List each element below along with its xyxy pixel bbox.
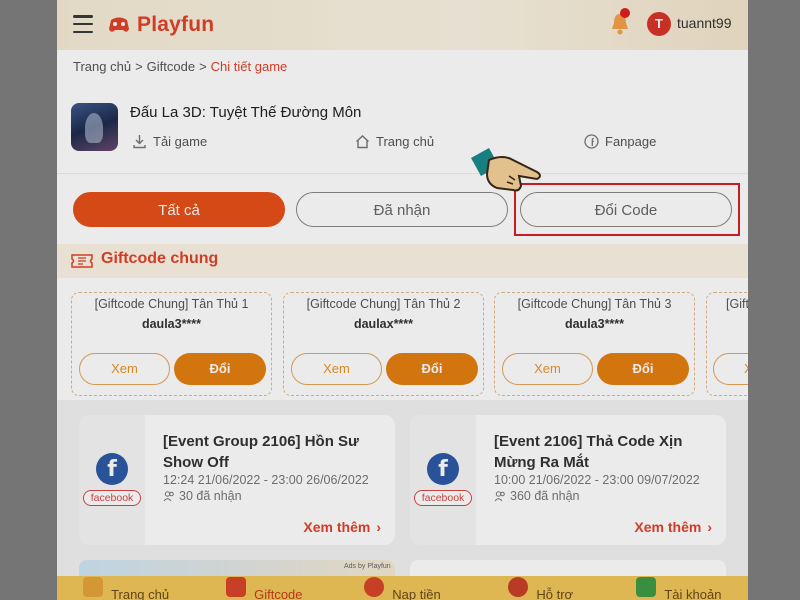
see-more-link[interactable]: Xem thêm ›: [634, 519, 712, 535]
giftcode-card: [Giftcode Chung] Tân Thủ 1 daula3**** Xe…: [71, 292, 272, 396]
chevron-right-icon: ›: [707, 519, 712, 535]
giftcode-name: [Giftcode Chung] Tân Thủ 3: [517, 297, 672, 311]
giftcode-value: daula3****: [564, 317, 625, 331]
event-claimed-count: 360 đã nhận: [494, 489, 580, 503]
coin-nav-icon: [364, 577, 385, 597]
game-thumbnail: [71, 103, 118, 151]
support-nav-icon: [508, 577, 529, 597]
game-home-link[interactable]: Trang chủ: [355, 134, 434, 149]
breadcrumb-current: Chi tiết game: [210, 59, 288, 74]
download-game-link[interactable]: Tải game: [132, 134, 207, 149]
giftcode-card: [Giftcode Chung] Tân Thủ 2 daulax**** Xe…: [283, 292, 484, 396]
view-button[interactable]: Xem: [502, 353, 593, 385]
nav-giftcode[interactable]: Giftcode: [195, 576, 333, 600]
nav-topup[interactable]: Nạp tiền: [333, 576, 471, 600]
event-title: [Event 2106] Thả Code Xịn Mừng Ra Mắt: [494, 433, 683, 471]
brand-logo[interactable]: Playfun: [107, 10, 214, 40]
avatar[interactable]: T: [647, 12, 671, 36]
see-more-label: Xem thêm: [634, 519, 702, 535]
event-count-label: 360 đã nhận: [510, 489, 580, 503]
home-icon: [356, 135, 369, 149]
page-frame: Playfun T tuannt99 Trang chủ > Giftcode …: [57, 0, 748, 600]
divider: [57, 173, 748, 174]
nav-support-label: Hỗ trợ: [536, 587, 574, 600]
source-tag: facebook: [83, 490, 141, 506]
nav-account-label: Tài khoản: [664, 587, 722, 600]
home-nav-icon: [83, 577, 104, 597]
highlight-annotation: [514, 183, 740, 236]
facebook-icon: f: [427, 453, 459, 485]
view-button[interactable]: Xem: [79, 353, 170, 385]
breadcrumb-home[interactable]: Trang chủ: [73, 59, 131, 74]
event-claimed-count: 30 đã nhận: [163, 489, 242, 503]
breadcrumb-separator: >: [199, 59, 207, 74]
nav-account[interactable]: Tài khoản: [610, 576, 748, 600]
gift-nav-icon: [226, 577, 247, 597]
breadcrumb-giftcode[interactable]: Giftcode: [147, 59, 195, 74]
chevron-right-icon: ›: [376, 519, 381, 535]
event-count-label: 30 đã nhận: [179, 489, 242, 503]
event-card[interactable]: f facebook [Event 2106] Thả Code Xịn Mừn…: [410, 415, 726, 545]
account-nav-icon: [636, 577, 657, 597]
event-icon-panel: f facebook: [79, 415, 145, 545]
fanpage-link[interactable]: Fanpage: [584, 134, 656, 149]
header-bar: Playfun T tuannt99: [57, 0, 748, 50]
event-card[interactable]: f facebook [Event Group 2106] Hồn Sư Sho…: [79, 415, 395, 545]
source-tag: facebook: [414, 490, 472, 506]
giftcode-card: [Gift Xe: [706, 292, 748, 396]
pointing-hand-icon: [471, 148, 541, 192]
event-title: [Event Group 2106] Hồn Sư Show Off: [163, 433, 359, 471]
redeem-button[interactable]: Đổi: [597, 353, 689, 385]
download-label: Tải game: [153, 134, 208, 149]
nav-home-label: Trang chủ: [111, 587, 170, 600]
ads-label: Ads by Playfun: [344, 563, 391, 570]
brand-name: Playfun: [137, 13, 215, 36]
redeem-button[interactable]: Đổi: [386, 353, 478, 385]
ticket-icon: [71, 254, 93, 268]
event-icon-panel: f facebook: [410, 415, 476, 545]
tab-all[interactable]: Tất cả: [73, 192, 285, 227]
breadcrumb-separator: >: [135, 59, 143, 74]
notification-dot: [620, 8, 630, 18]
giftcode-card: [Giftcode Chung] Tân Thủ 3 daula3**** Xe…: [494, 292, 695, 396]
giftcode-name: [Giftcode Chung] Tân Thủ 2: [306, 297, 461, 311]
game-home-label: Trang chủ: [376, 134, 435, 149]
see-more-link[interactable]: Xem thêm ›: [303, 519, 381, 535]
giftcode-name: [Giftcode Chung] Tân Thủ 1: [94, 297, 249, 311]
nav-support[interactable]: Hỗ trợ: [472, 576, 610, 600]
view-button[interactable]: Xem: [291, 353, 382, 385]
download-icon: [133, 135, 146, 149]
game-title: Đấu La 3D: Tuyệt Thế Đường Môn: [130, 104, 362, 121]
giftcode-value: daula3****: [141, 317, 202, 331]
giftcode-value: daulax****: [353, 317, 414, 331]
section-title: Giftcode chung: [101, 250, 219, 267]
fanpage-label: Fanpage: [605, 134, 657, 149]
facebook-small-icon: [584, 134, 599, 149]
menu-icon[interactable]: [73, 15, 93, 33]
nav-giftcode-label: Giftcode: [254, 587, 303, 600]
giftcode-name: [Gift: [726, 297, 748, 311]
event-time: 12:24 21/06/2022 - 23:00 26/06/2022: [163, 473, 369, 487]
nav-topup-label: Nạp tiền: [392, 587, 441, 600]
bottom-navigation: Trang chủ Giftcode Nạp tiền Hỗ trợ Tài k…: [57, 576, 748, 600]
breadcrumb: Trang chủ > Giftcode > Chi tiết game: [73, 59, 287, 74]
gamepad-icon: [109, 17, 129, 32]
facebook-icon: f: [96, 453, 128, 485]
event-time: 10:00 21/06/2022 - 23:00 09/07/2022: [494, 473, 700, 487]
redeem-button[interactable]: Đổi: [174, 353, 266, 385]
users-icon: [494, 491, 505, 502]
view-button[interactable]: Xe: [713, 353, 748, 385]
users-icon: [163, 491, 174, 502]
username[interactable]: tuannt99: [677, 15, 732, 31]
see-more-label: Xem thêm: [303, 519, 371, 535]
nav-home[interactable]: Trang chủ: [57, 576, 195, 600]
